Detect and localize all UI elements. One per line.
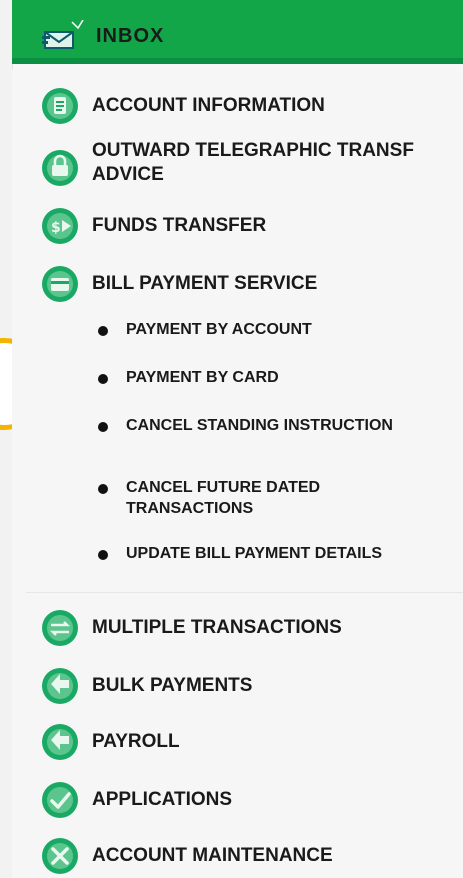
menu-item-label: ACCOUNT MAINTENANCE (92, 845, 333, 866)
subitem-label: CANCEL STANDING INSTRUCTION (126, 417, 393, 434)
menu-item-label: BILL PAYMENT SERVICE (92, 273, 318, 294)
menu-item-label-line-2: ADVICE (92, 164, 164, 185)
menu-item-label: FUNDS TRANSFER (92, 215, 267, 236)
subitem-label: UPDATE BILL PAYMENT DETAILS (126, 545, 383, 562)
menu-item-label: APPLICATIONS (92, 789, 233, 810)
menu-item-label: MULTIPLE TRANSACTIONS (92, 617, 342, 638)
menu-divider (26, 592, 463, 593)
bullet-icon (98, 550, 108, 560)
menu-item-label: BULK PAYMENTS (92, 675, 253, 696)
menu-item-label: PAYROLL (92, 731, 180, 752)
payroll-icon (42, 724, 78, 760)
subitem-label: PAYMENT BY CARD (126, 369, 279, 386)
subitem-label: PAYMENT BY ACCOUNT (126, 321, 312, 338)
applications-icon (42, 782, 78, 818)
subitem-label-line-1: CANCEL FUTURE DATED (126, 479, 321, 496)
bullet-icon (98, 374, 108, 384)
screen: INBOX ACCOUNT INFORMATION OUTWARD TELEGR… (0, 0, 463, 878)
bulk-payments-icon (42, 668, 78, 704)
sidebar-menu: ACCOUNT INFORMATION OUTWARD TELEGRAPHIC … (12, 70, 463, 878)
bullet-icon (98, 326, 108, 336)
inbox-header[interactable]: INBOX (12, 0, 463, 64)
menu-item-label: ACCOUNT INFORMATION (92, 95, 325, 116)
telegraphic-transfer-icon (42, 150, 78, 186)
account-info-icon (42, 88, 78, 124)
subitem-label-line-2: TRANSACTIONS (126, 500, 254, 517)
bill-payment-icon (42, 266, 78, 302)
account-maintenance-icon (42, 838, 78, 874)
menu-item-label-line-1: OUTWARD TELEGRAPHIC TRANSF (92, 140, 414, 161)
funds-transfer-icon: $ (42, 208, 78, 244)
svg-text:$: $ (51, 220, 61, 236)
multiple-transactions-icon (42, 610, 78, 646)
bullet-icon (98, 484, 108, 494)
bullet-icon (98, 422, 108, 432)
inbox-title: INBOX (96, 25, 165, 47)
envelope-icon (42, 20, 84, 49)
